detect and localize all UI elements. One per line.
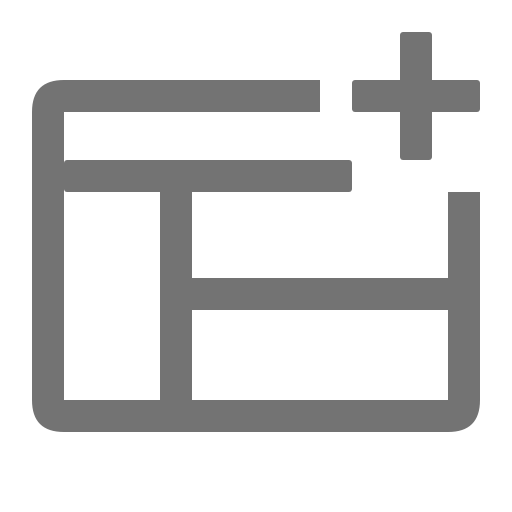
content-divider [192,278,448,310]
icon-canvas [0,0,512,512]
sidebar-divider [160,192,192,400]
add-layout-icon [32,32,480,432]
header-divider [64,160,352,192]
plus-horizontal-bar [352,80,480,112]
add-layout-icon-shapes [32,32,480,432]
